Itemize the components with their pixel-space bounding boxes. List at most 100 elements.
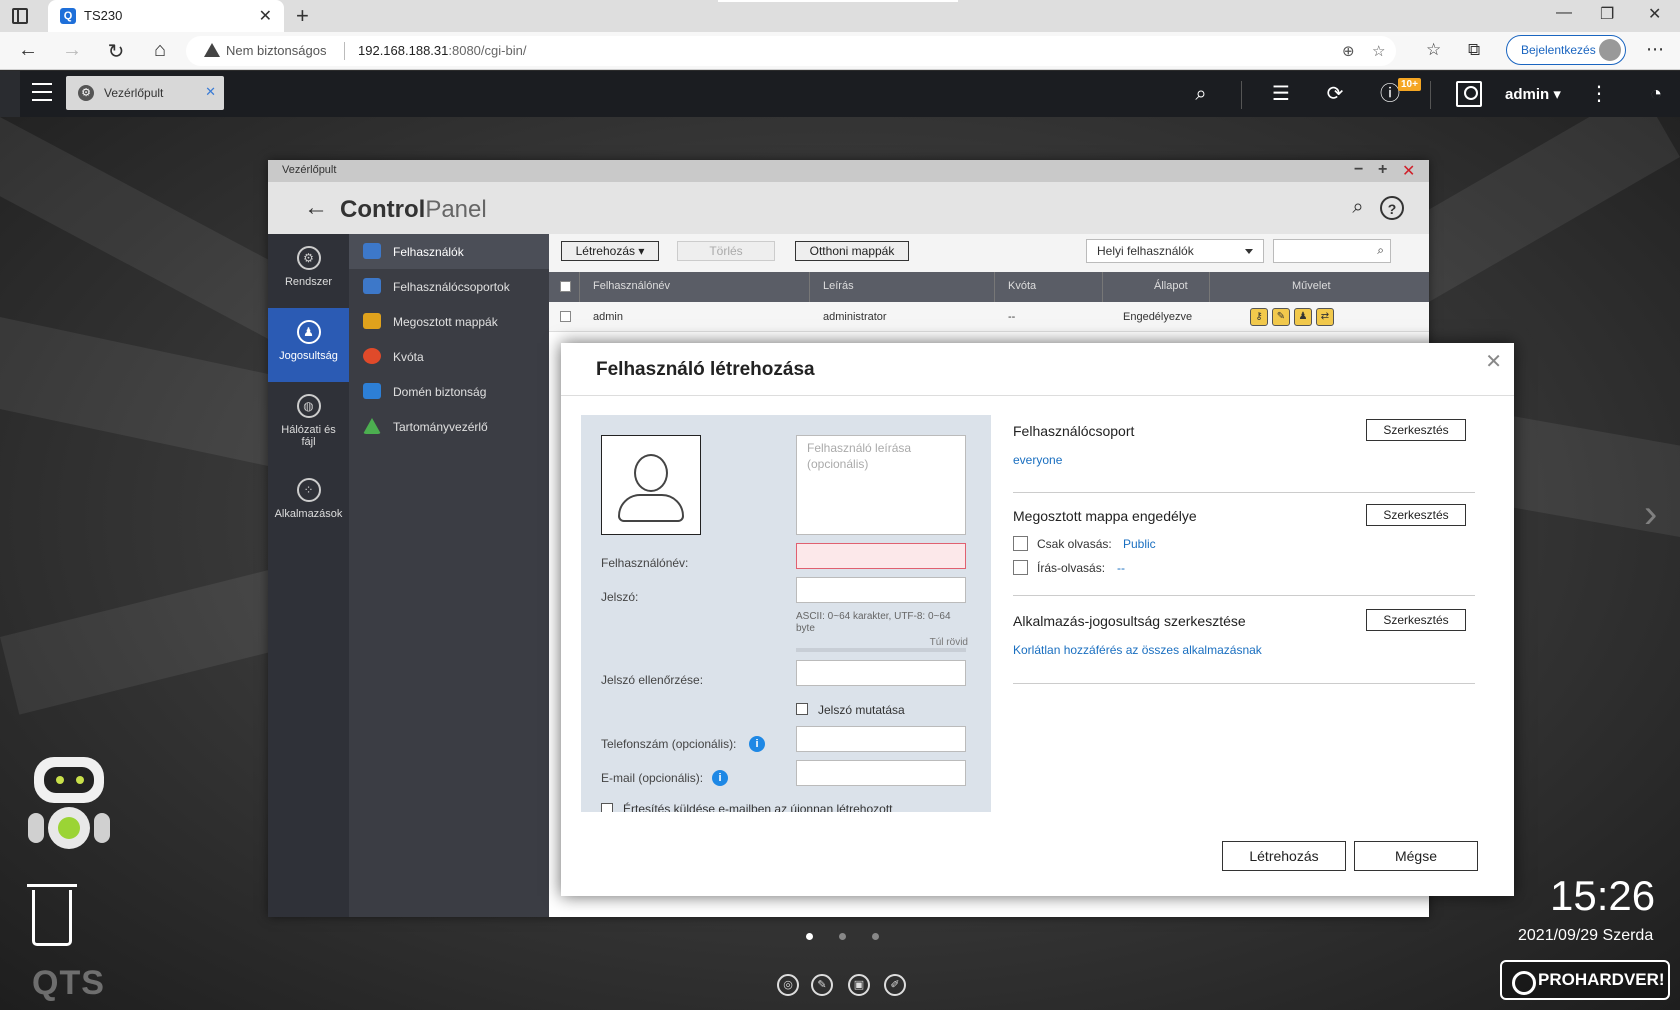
user-avatar-placeholder[interactable] [601, 435, 701, 535]
desktop-page-dot[interactable] [839, 933, 846, 940]
password-hint: ASCII: 0~64 karakter, UTF-8: 0~64 byte [796, 611, 951, 634]
nav-network[interactable]: ◍ Hálózati és fájl [268, 382, 349, 456]
minimize-window-icon[interactable]: — [1556, 4, 1572, 22]
helpdesk-robot-icon[interactable] [24, 757, 114, 867]
dashboard-gauge-icon[interactable]: ◔ [1643, 81, 1669, 107]
nav-privilege-label: Jogosultság [279, 350, 338, 362]
show-password-checkbox[interactable] [796, 703, 808, 715]
search-icon[interactable]: ⌕ [1188, 81, 1214, 107]
home-icon[interactable]: ⌂ [148, 39, 172, 62]
username-input[interactable] [796, 543, 966, 569]
user-group-value[interactable]: everyone [1013, 453, 1062, 467]
help-icon[interactable]: ? [1380, 196, 1404, 220]
password-input[interactable] [796, 577, 966, 603]
edit-password-icon[interactable]: ⚷ [1250, 308, 1268, 326]
app-privilege-value[interactable]: Korlátlan hozzáférés az összes alkalmazá… [1013, 643, 1262, 657]
dock-tools-icon[interactable]: ✎ [811, 974, 833, 996]
section-divider [1013, 492, 1475, 493]
close-icon[interactable]: ✕ [1402, 161, 1415, 181]
edit-folder-permission-icon[interactable]: ⇄ [1316, 308, 1334, 326]
select-all-checkbox[interactable] [560, 281, 571, 292]
close-app-tab-icon[interactable]: ✕ [205, 84, 216, 100]
close-dialog-icon[interactable]: ✕ [1485, 349, 1502, 374]
column-header-username[interactable]: Felhasználónév [593, 280, 670, 292]
desktop-page-dot[interactable] [872, 933, 879, 940]
back-icon[interactable]: ← [16, 39, 40, 62]
add-favorite-icon[interactable]: ☆ [1372, 42, 1385, 60]
edit-user-group-button[interactable]: Szerkesztés [1366, 419, 1466, 441]
column-header-description[interactable]: Leírás [823, 280, 854, 292]
main-menu-icon[interactable] [32, 83, 52, 101]
create-button[interactable]: Létrehozás [1222, 841, 1346, 871]
minimize-icon[interactable]: − [1354, 161, 1363, 179]
edit-shared-folder-button[interactable]: Szerkesztés [1366, 504, 1466, 526]
zoom-icon[interactable]: ⊕ [1342, 42, 1355, 60]
phone-label: Telefonszám (opcionális): [601, 737, 737, 751]
confirm-password-input[interactable] [796, 660, 966, 686]
new-tab-icon[interactable]: + [296, 3, 309, 29]
sidebar-item-shared-folders[interactable]: Megosztott mappák [349, 304, 549, 339]
tab-actions-icon[interactable] [12, 8, 28, 24]
user-scope-select[interactable]: Helyi felhasználók [1086, 239, 1264, 263]
create-dropdown-button[interactable]: Létrehozás ▾ [561, 241, 659, 261]
browser-tab-ts230[interactable]: Q TS230 ✕ [48, 0, 284, 32]
edit-profile-icon[interactable]: ✎ [1272, 308, 1290, 326]
next-desktop-icon[interactable]: › [1644, 492, 1657, 537]
nav-system[interactable]: ⚙ Rendszer [268, 234, 349, 308]
search-icon[interactable]: ⌕ [1346, 196, 1370, 220]
email-info-icon[interactable]: i [712, 770, 728, 786]
cancel-button[interactable]: Mégse [1354, 841, 1478, 871]
phone-info-icon[interactable]: i [749, 736, 765, 752]
dock-notes-icon[interactable]: ✐ [884, 974, 906, 996]
apps-icon: ⁘ [296, 478, 321, 502]
home-folders-button[interactable]: Otthoni mappák [795, 241, 909, 261]
nav-applications[interactable]: ⁘ Alkalmazások [268, 466, 349, 540]
robot-eye [56, 776, 64, 784]
row-checkbox[interactable] [560, 311, 571, 322]
sidebar-item-user-groups[interactable]: Felhasználócsoportok [349, 269, 549, 304]
tasks-icon[interactable]: ☰ [1268, 81, 1294, 107]
forward-icon[interactable]: → [60, 39, 84, 62]
back-arrow-icon[interactable]: ← [304, 194, 328, 222]
email-input[interactable] [796, 760, 966, 786]
notify-email-checkbox[interactable] [601, 803, 613, 812]
maximize-icon[interactable]: + [1378, 161, 1387, 179]
clock-time: 15:26 [1550, 872, 1656, 919]
favorites-icon[interactable]: ☆ [1426, 40, 1441, 60]
edit-app-privilege-button[interactable]: Szerkesztés [1366, 609, 1466, 631]
dock-app-icon[interactable]: ◎ [777, 974, 799, 996]
description-textarea[interactable]: Felhasználó leírása (opcionális) [796, 435, 966, 535]
column-header-quota[interactable]: Kvóta [1008, 280, 1036, 292]
phone-input[interactable] [796, 726, 966, 752]
close-window-icon[interactable]: ✕ [1648, 4, 1661, 24]
collections-icon[interactable]: ⧉ [1468, 40, 1480, 60]
qts-top-bar: ⚙ Vezérlőpult ✕ ⌕ ☰ ⟳ ⓘ 10+ admin ▾ ⋮ ◔ [0, 71, 1680, 117]
user-search-input[interactable]: ⌕ [1273, 239, 1391, 263]
restore-window-icon[interactable]: ❐ [1600, 4, 1614, 24]
url-host: 192.168.188.31 [358, 43, 449, 58]
window-titlebar[interactable]: Vezérlőpult − + ✕ [268, 160, 1429, 182]
url-field[interactable]: Nem biztonságos 192.168.188.31:8080/cgi-… [186, 36, 1396, 66]
more-options-icon[interactable]: ⋮ [1586, 81, 1612, 107]
app-tab-control-panel[interactable]: ⚙ Vezérlőpult ✕ [66, 76, 224, 110]
reload-icon[interactable]: ↻ [104, 39, 128, 64]
nav-privilege[interactable]: ♟ Jogosultság [268, 308, 349, 382]
user-icon[interactable] [1456, 81, 1482, 107]
trash-icon[interactable] [27, 884, 77, 946]
edit-group-icon[interactable]: ♟ [1294, 308, 1312, 326]
browser-menu-icon[interactable]: ⋯ [1646, 39, 1664, 60]
close-tab-icon[interactable]: ✕ [259, 6, 272, 26]
sidebar-item-quota[interactable]: Kvóta [349, 339, 549, 374]
delete-button[interactable]: Törlés [677, 241, 775, 261]
table-row[interactable]: admin administrator -- Engedélyezve ⚷ ✎ … [549, 302, 1429, 332]
dock-media-icon[interactable]: ▣ [848, 974, 870, 996]
column-header-status[interactable]: Állapot [1154, 280, 1188, 292]
sync-icon[interactable]: ⟳ [1322, 81, 1348, 107]
sign-in-button[interactable]: Bejelentkezés [1506, 35, 1626, 65]
sidebar-item-users[interactable]: Felhasználók [349, 234, 549, 269]
desktop-page-dot[interactable] [806, 933, 813, 940]
sidebar-item-domain-security[interactable]: Domén biztonság [349, 374, 549, 409]
user-menu[interactable]: admin ▾ [1505, 85, 1561, 103]
read-only-value[interactable]: Public [1123, 537, 1156, 551]
sidebar-item-domain-controller[interactable]: Tartományvezérlő [349, 409, 549, 444]
